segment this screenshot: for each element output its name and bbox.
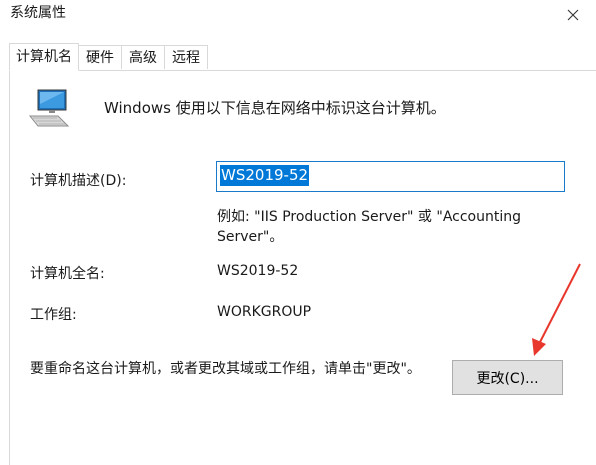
- workgroup-value: WORKGROUP: [217, 304, 312, 320]
- rename-instructions: 要重命名这台计算机，或者更改其域或工作组，请单击"更改"。: [30, 361, 421, 377]
- tab-strip: 计算机名 硬件 高级 远程: [9, 43, 208, 71]
- tab-advanced[interactable]: 高级: [122, 45, 165, 69]
- workgroup-label: 工作组:: [30, 307, 77, 323]
- window-title: 系统属性: [10, 5, 66, 21]
- description-input-value: WS2019-52: [220, 165, 310, 186]
- full-name-value: WS2019-52: [217, 263, 299, 279]
- tab-remote[interactable]: 远程: [165, 45, 208, 69]
- title-bar[interactable]: 系统属性: [0, 0, 596, 32]
- description-label: 计算机描述(D):: [30, 173, 127, 189]
- system-properties-window: 系统属性 计算机名 硬件 高级 远程 Windows 使用以下信息在网络中标识这…: [0, 0, 596, 465]
- computer-icon: [28, 89, 70, 127]
- description-example: 例如: "IIS Production Server" 或 "Accountin…: [217, 209, 522, 245]
- change-button[interactable]: 更改(C)...: [452, 360, 563, 395]
- intro-text: Windows 使用以下信息在网络中标识这台计算机。: [104, 99, 446, 117]
- tab-computer-name[interactable]: 计算机名: [9, 43, 79, 71]
- full-name-label: 计算机全名:: [30, 266, 105, 282]
- close-button[interactable]: [550, 0, 596, 30]
- description-input[interactable]: WS2019-52: [216, 161, 565, 192]
- tab-hardware[interactable]: 硬件: [79, 45, 122, 69]
- close-icon: [567, 9, 579, 21]
